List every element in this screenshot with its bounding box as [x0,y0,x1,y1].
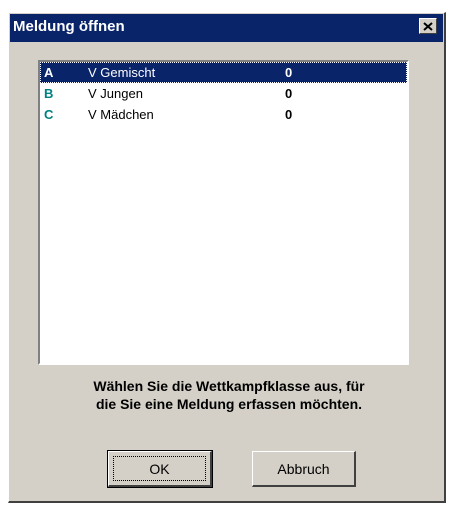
competition-class-list[interactable]: A V Gemischt 0 B V Jungen 0 C V Mädchen … [38,60,409,365]
title-bar[interactable]: Meldung öffnen [10,14,443,42]
instruction-line-1: Wählen Sie die Wettkampfklasse aus, für [93,378,365,394]
list-item[interactable]: A V Gemischt 0 [40,62,407,83]
cancel-button-label: Abbruch [277,460,330,477]
instruction-text: Wählen Sie die Wettkampfklasse aus, für … [29,377,429,413]
list-item-value: 0 [285,107,293,122]
list-item-code: C [44,107,54,122]
window-title: Meldung öffnen [13,18,125,35]
close-icon [423,21,433,31]
cancel-button[interactable]: Abbruch [252,451,356,487]
ok-button[interactable]: OK [107,450,213,488]
dialog-window: Meldung öffnen A V Gemischt 0 B V Jungen… [8,12,446,503]
list-item-code: B [44,86,54,101]
list-item[interactable]: B V Jungen 0 [40,83,407,104]
list-item-name: V Gemischt [88,65,156,80]
focus-rectangle [113,456,206,481]
list-item-value: 0 [285,65,293,80]
list-item[interactable]: C V Mädchen 0 [40,104,407,125]
list-item-name: V Mädchen [88,107,154,122]
instruction-line-2: die Sie eine Meldung erfassen möchten. [95,396,363,412]
list-item-name: V Jungen [88,86,143,101]
close-button[interactable] [419,18,437,34]
list-item-value: 0 [285,86,293,101]
list-item-code: A [44,65,54,80]
